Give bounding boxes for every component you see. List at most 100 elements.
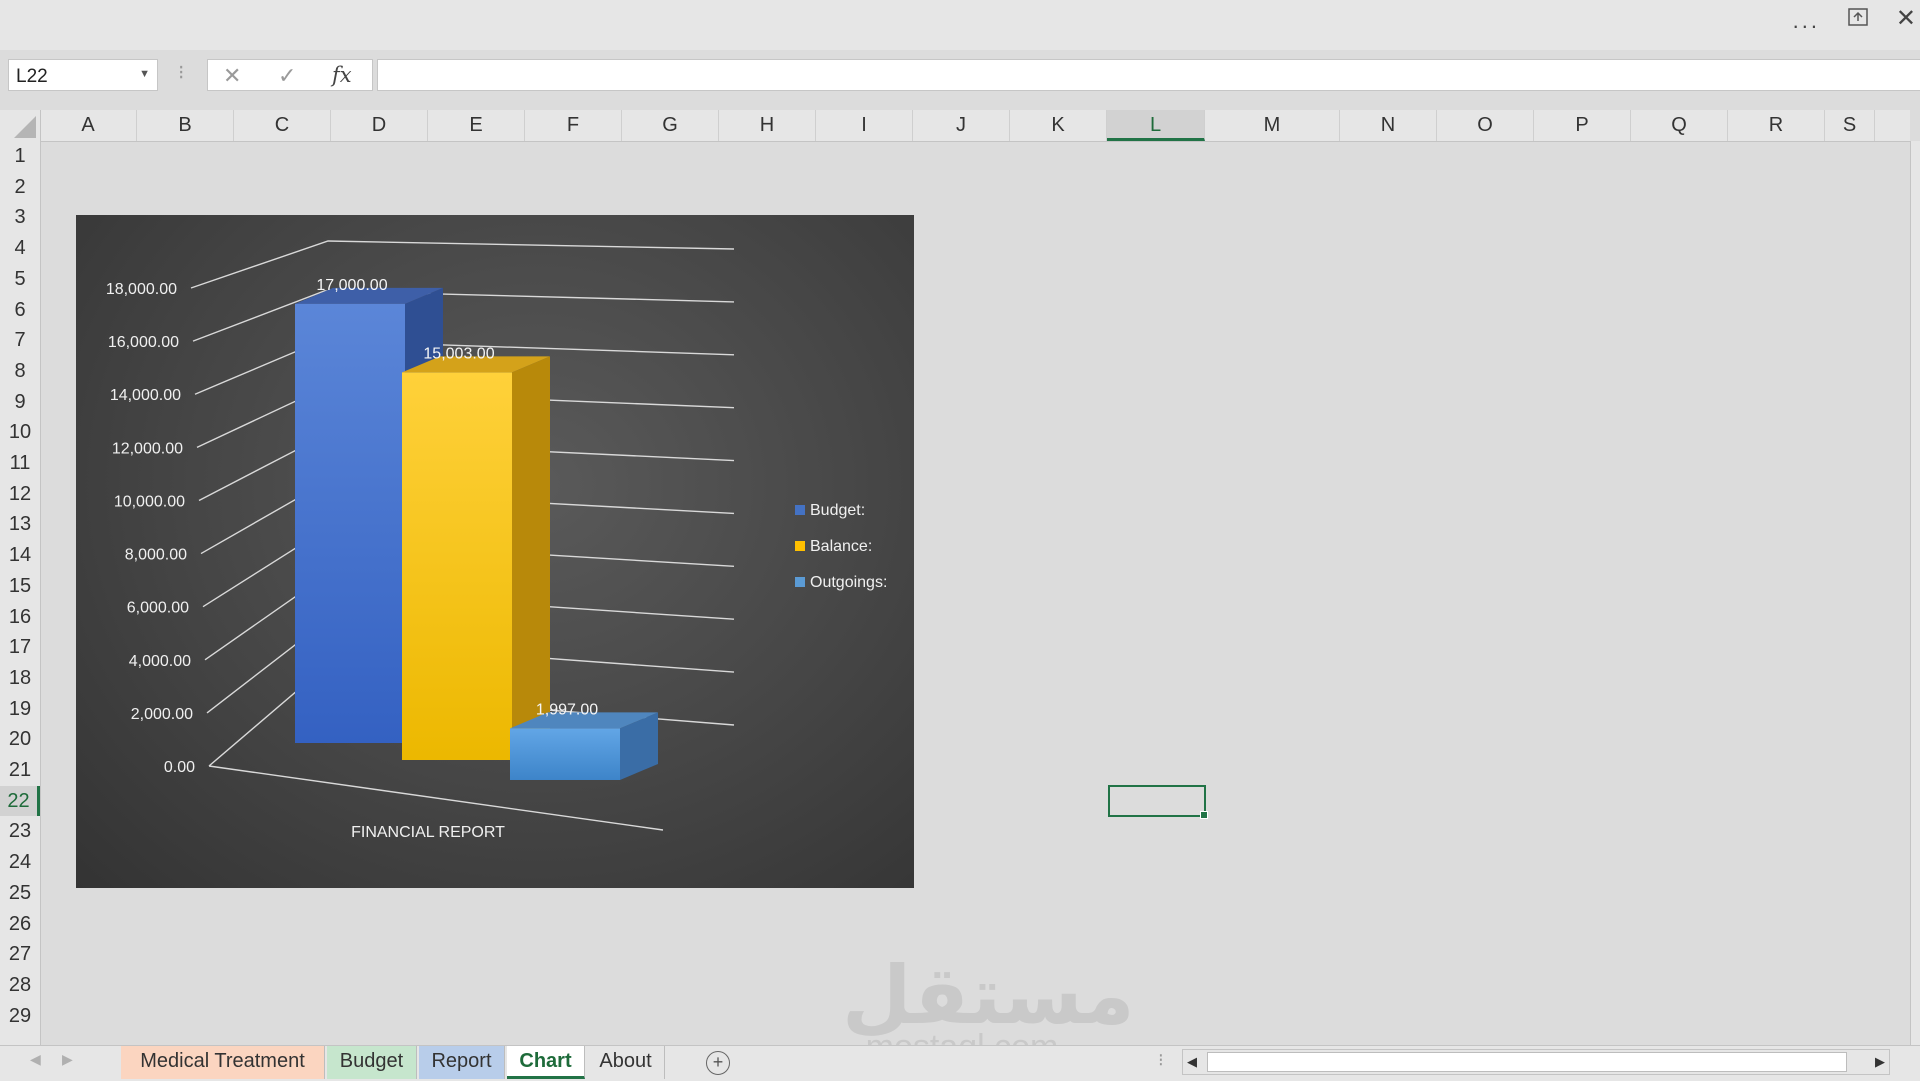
column-header-L[interactable]: L — [1107, 110, 1205, 141]
sheet-tab-budget[interactable]: Budget — [327, 1046, 417, 1079]
row-header-19[interactable]: 19 — [0, 694, 40, 725]
column-header-D[interactable]: D — [331, 110, 428, 141]
row-header-7[interactable]: 7 — [0, 325, 40, 356]
column-header-M[interactable]: M — [1205, 110, 1340, 141]
column-header-O[interactable]: O — [1437, 110, 1534, 141]
row-header-25[interactable]: 25 — [0, 878, 40, 909]
row-header-12[interactable]: 12 — [0, 479, 40, 510]
row-header-6[interactable]: 6 — [0, 295, 40, 326]
scroll-right-icon[interactable]: ▶ — [1875, 1054, 1885, 1070]
column-header-P[interactable]: P — [1534, 110, 1631, 141]
chart-svg: 0.00 2,000.00 4,000.00 6,000.00 8,000.00 10,0… — [106, 240, 887, 841]
scroll-left-icon[interactable]: ◀ — [1187, 1054, 1197, 1070]
fill-handle[interactable] — [1200, 811, 1208, 819]
sheet-tab-report[interactable]: Report — [419, 1046, 505, 1079]
legend-label-1: Balance: — [810, 538, 872, 555]
scroll-tabs-right-icon[interactable]: ▶ — [62, 1051, 73, 1068]
row-header-15[interactable]: 15 — [0, 571, 40, 602]
row-header-18[interactable]: 18 — [0, 663, 40, 694]
y-tick-label-8: 16,000.00 — [108, 334, 179, 351]
sheet-tab-bar: ◀ ▶ Medical Treatment Budget Report Char… — [0, 1045, 1920, 1081]
column-header-N[interactable]: N — [1340, 110, 1437, 141]
legend-label-2: Outgoings: — [810, 574, 887, 591]
more-options-icon[interactable]: ... — [1793, 8, 1820, 34]
column-header-A[interactable]: A — [40, 110, 137, 141]
legend-swatch-0 — [795, 505, 805, 515]
row-header-14[interactable]: 14 — [0, 540, 40, 571]
formula-bar-splitter-icon[interactable]: ⁝ — [178, 60, 184, 85]
bar-2 — [510, 728, 620, 780]
row-header-10[interactable]: 10 — [0, 417, 40, 448]
y-tick-label-9: 18,000.00 — [106, 281, 177, 298]
row-header-21[interactable]: 21 — [0, 755, 40, 786]
row-header-11[interactable]: 11 — [0, 448, 40, 479]
ribbon-display-icon[interactable] — [1848, 8, 1868, 26]
gridline-8 — [192, 290, 735, 342]
sheet-tab-chart[interactable]: Chart — [507, 1046, 585, 1079]
legend-swatch-2 — [795, 577, 805, 587]
row-header-9[interactable]: 9 — [0, 387, 40, 418]
row-header-2[interactable]: 2 — [0, 172, 40, 203]
horizontal-scrollbar[interactable]: ◀ ▶ — [1182, 1049, 1890, 1075]
row-header-8[interactable]: 8 — [0, 356, 40, 387]
column-header-H[interactable]: H — [719, 110, 816, 141]
row-header-1[interactable]: 1 — [0, 141, 40, 172]
row-header-13[interactable]: 13 — [0, 509, 40, 540]
close-icon[interactable]: ✕ — [1896, 4, 1916, 33]
chart-area[interactable]: 0.00 2,000.00 4,000.00 6,000.00 8,000.00 10,0… — [76, 215, 914, 888]
sheet-tab-medical-treatment[interactable]: Medical Treatment — [121, 1046, 325, 1079]
name-box-value: L22 — [16, 66, 48, 87]
row-header-3[interactable]: 3 — [0, 202, 40, 233]
legend-swatch-1 — [795, 541, 805, 551]
column-header-R[interactable]: R — [1728, 110, 1825, 141]
column-header-S[interactable]: S — [1825, 110, 1875, 141]
formula-input[interactable] — [377, 59, 1920, 91]
column-header-K[interactable]: K — [1010, 110, 1107, 141]
row-header-24[interactable]: 24 — [0, 847, 40, 878]
row-header-5[interactable]: 5 — [0, 264, 40, 295]
column-header-B[interactable]: B — [137, 110, 234, 141]
watermark-arabic: مستقل — [842, 949, 1135, 1042]
title-bar: ... ✕ — [0, 0, 1920, 50]
chevron-down-icon[interactable]: ▼ — [139, 68, 150, 80]
row-header-26[interactable]: 26 — [0, 909, 40, 940]
column-header-J[interactable]: J — [913, 110, 1010, 141]
row-header-20[interactable]: 20 — [0, 724, 40, 755]
sheet-tab-about[interactable]: About — [587, 1046, 665, 1079]
vertical-scrollbar[interactable] — [1910, 141, 1920, 1045]
column-header-C[interactable]: C — [234, 110, 331, 141]
enter-icon[interactable]: ✓ — [278, 63, 296, 89]
select-all-icon[interactable] — [14, 116, 36, 138]
insert-function-icon[interactable]: fx — [332, 63, 352, 87]
selected-cell[interactable] — [1108, 785, 1208, 819]
row-header-4[interactable]: 4 — [0, 233, 40, 264]
bar-side-1 — [512, 356, 550, 760]
row-header-29[interactable]: 29 — [0, 1001, 40, 1032]
column-header-I[interactable]: I — [816, 110, 913, 141]
y-tick-label-0: 0.00 — [164, 759, 195, 776]
row-header-28[interactable]: 28 — [0, 970, 40, 1001]
row-header-27[interactable]: 27 — [0, 939, 40, 970]
row-header-23[interactable]: 23 — [0, 816, 40, 847]
row-header-16[interactable]: 16 — [0, 602, 40, 633]
column-header-F[interactable]: F — [525, 110, 622, 141]
cancel-icon[interactable]: ✕ — [223, 63, 241, 89]
row-header-22[interactable]: 22 — [0, 785, 40, 817]
y-tick-label-6: 12,000.00 — [112, 440, 183, 457]
row-header-17[interactable]: 17 — [0, 632, 40, 663]
y-tick-label-4: 8,000.00 — [125, 547, 187, 564]
column-header-Q[interactable]: Q — [1631, 110, 1728, 141]
column-header-E[interactable]: E — [428, 110, 525, 141]
scrollbar-thumb[interactable] — [1207, 1052, 1847, 1072]
name-box[interactable]: L22 ▼ — [8, 59, 158, 91]
data-label-0: 17,000.00 — [316, 277, 387, 294]
gridline-9 — [190, 240, 735, 289]
x-category-label: FINANCIAL REPORT — [351, 824, 505, 841]
data-label-1: 15,003.00 — [423, 345, 494, 362]
add-sheet-icon[interactable]: + — [706, 1051, 730, 1075]
tab-splitter-icon[interactable]: ⁝ — [1158, 1050, 1164, 1071]
column-header: ABCDEFGHIJKLMNOPQRS — [0, 110, 1910, 142]
column-header-G[interactable]: G — [622, 110, 719, 141]
y-tick-label-5: 10,000.00 — [114, 493, 185, 510]
scroll-tabs-left-icon[interactable]: ◀ — [30, 1051, 41, 1068]
